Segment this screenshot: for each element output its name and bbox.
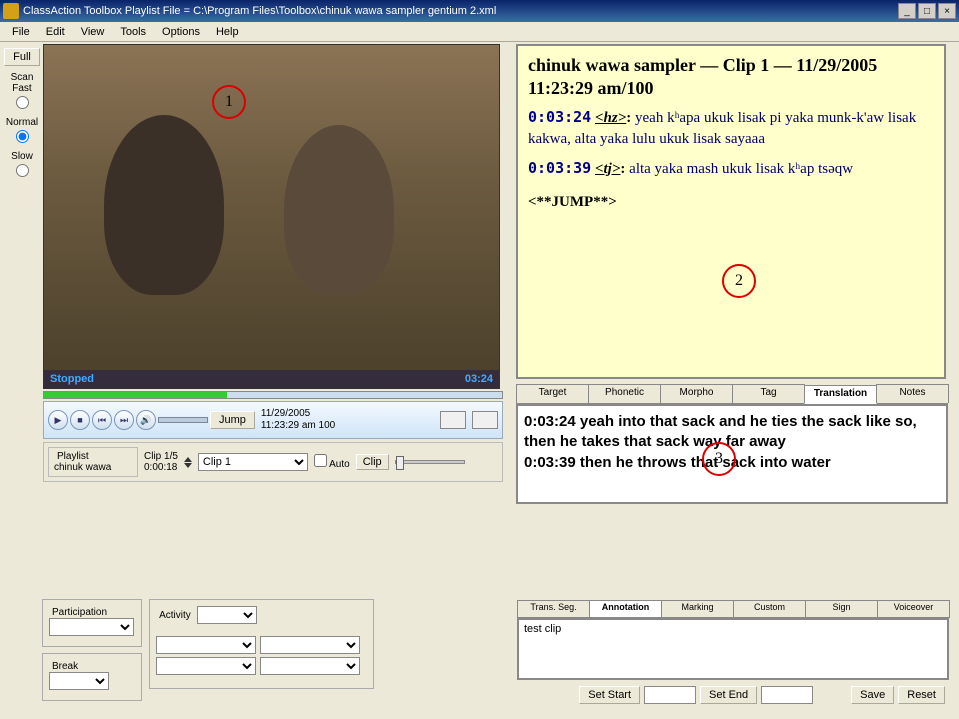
video-frame	[44, 45, 499, 388]
activity-legend: Activity	[156, 610, 194, 621]
transcript-time-2: 0:03:39	[528, 159, 591, 177]
jump-button[interactable]: Jump	[210, 411, 255, 429]
seek-track[interactable]	[43, 391, 503, 399]
activity-select-3[interactable]	[260, 636, 360, 654]
translation-panel[interactable]: 0:03:24 yeah into that sack and he ties …	[516, 404, 948, 504]
annotation-text: test clip	[524, 623, 561, 635]
player-date: 11/29/2005	[261, 408, 335, 420]
tab-morpho[interactable]: Morpho	[660, 384, 733, 403]
translation-line-2: 0:03:39 then he throws that sack into wa…	[524, 453, 940, 473]
menu-view[interactable]: View	[73, 24, 113, 40]
playlist-legend: Playlist	[54, 451, 92, 462]
marker-in-button[interactable]	[440, 411, 466, 429]
menu-help[interactable]: Help	[208, 24, 247, 40]
atab-annotation[interactable]: Annotation	[589, 600, 662, 618]
setend-button[interactable]: Set End	[700, 686, 757, 704]
menu-options[interactable]: Options	[154, 24, 208, 40]
marker-out-button[interactable]	[472, 411, 498, 429]
play-button[interactable]: ▶	[48, 410, 68, 430]
playlist-name: chinuk wawa	[54, 462, 132, 473]
activity-select-4[interactable]	[156, 657, 256, 675]
slow-radio[interactable]	[16, 164, 29, 177]
clip-select[interactable]: Clip 1	[198, 453, 308, 471]
scanfast-radio[interactable]	[16, 96, 29, 109]
tab-translation[interactable]: Translation	[804, 385, 877, 404]
minimize-button[interactable]: _	[898, 3, 916, 19]
atab-sign[interactable]: Sign	[805, 600, 878, 618]
break-select[interactable]	[49, 672, 109, 690]
activity-select-2[interactable]	[156, 636, 256, 654]
mute-button[interactable]: 🔊	[136, 410, 156, 430]
video-time: 03:24	[465, 373, 493, 385]
clip-slider[interactable]	[395, 460, 465, 464]
activity-select-1[interactable]	[197, 606, 257, 624]
clip-button[interactable]: Clip	[356, 454, 389, 470]
video-player[interactable]: Stopped 03:24 1	[43, 44, 500, 389]
scanfast-label: Scan Fast	[4, 72, 40, 94]
volume-slider[interactable]	[158, 417, 208, 423]
next-button[interactable]: ⏭	[114, 410, 134, 430]
window-titlebar: ClassAction Toolbox Playlist File = C:\P…	[0, 0, 959, 22]
annotation-tabs: Trans. Seg. Annotation Marking Custom Si…	[517, 600, 949, 618]
end-time-input[interactable]	[761, 686, 813, 704]
tab-notes[interactable]: Notes	[876, 384, 949, 403]
save-button[interactable]: Save	[851, 686, 894, 704]
atab-marking[interactable]: Marking	[661, 600, 734, 618]
menu-tools[interactable]: Tools	[112, 24, 154, 40]
atab-voiceover[interactable]: Voiceover	[877, 600, 950, 618]
maximize-button[interactable]: □	[918, 3, 936, 19]
transcript-panel: chinuk wawa sampler — Clip 1 — 11/29/200…	[516, 44, 946, 379]
playlist-duration: 0:00:18	[144, 462, 178, 473]
transcript-speaker-1: <hz>	[595, 110, 626, 126]
atab-custom[interactable]: Custom	[733, 600, 806, 618]
normal-label: Normal	[4, 117, 40, 128]
detail-tabs: Target Phonetic Morpho Tag Translation N…	[516, 384, 948, 404]
annotation-textarea[interactable]: test clip	[517, 618, 949, 680]
reset-button[interactable]: Reset	[898, 686, 945, 704]
atab-transseg[interactable]: Trans. Seg.	[517, 600, 590, 618]
normal-radio[interactable]	[16, 130, 29, 143]
stop-button[interactable]: ■	[70, 410, 90, 430]
tab-phonetic[interactable]: Phonetic	[588, 384, 661, 403]
clip-up-button[interactable]	[184, 457, 192, 462]
tab-target[interactable]: Target	[516, 384, 589, 403]
break-legend: Break	[49, 661, 81, 672]
translation-line-1: 0:03:24 yeah into that sack and he ties …	[524, 412, 940, 451]
start-time-input[interactable]	[644, 686, 696, 704]
auto-label: Auto	[329, 459, 350, 470]
setstart-button[interactable]: Set Start	[579, 686, 640, 704]
video-status: Stopped	[50, 373, 94, 385]
menubar: File Edit View Tools Options Help	[0, 22, 959, 42]
player-datetime: 11:23:29 am 100	[261, 420, 335, 432]
close-button[interactable]: ×	[938, 3, 956, 19]
participation-select[interactable]	[49, 618, 134, 636]
menu-file[interactable]: File	[4, 24, 38, 40]
full-button[interactable]: Full	[4, 48, 40, 66]
transcript-speaker-2: <tj>	[595, 161, 620, 177]
slow-label: Slow	[4, 151, 40, 162]
transcript-time-1: 0:03:24	[528, 108, 591, 126]
transcript-text-2: alta yaka mash ukuk lisak kʰap tsəqw	[629, 161, 853, 177]
auto-checkbox[interactable]	[314, 454, 327, 467]
transcript-header: chinuk wawa sampler — Clip 1 — 11/29/200…	[528, 54, 934, 101]
menu-edit[interactable]: Edit	[38, 24, 73, 40]
activity-select-5[interactable]	[260, 657, 360, 675]
participation-legend: Participation	[49, 607, 110, 618]
tab-tag[interactable]: Tag	[732, 384, 805, 403]
prev-button[interactable]: ⏮	[92, 410, 112, 430]
app-icon	[3, 3, 19, 19]
playlist-clipcount: Clip 1/5	[144, 451, 178, 462]
clip-down-button[interactable]	[184, 463, 192, 468]
transcript-jump: <**JUMP**>	[528, 194, 934, 211]
window-title: ClassAction Toolbox Playlist File = C:\P…	[23, 5, 898, 17]
